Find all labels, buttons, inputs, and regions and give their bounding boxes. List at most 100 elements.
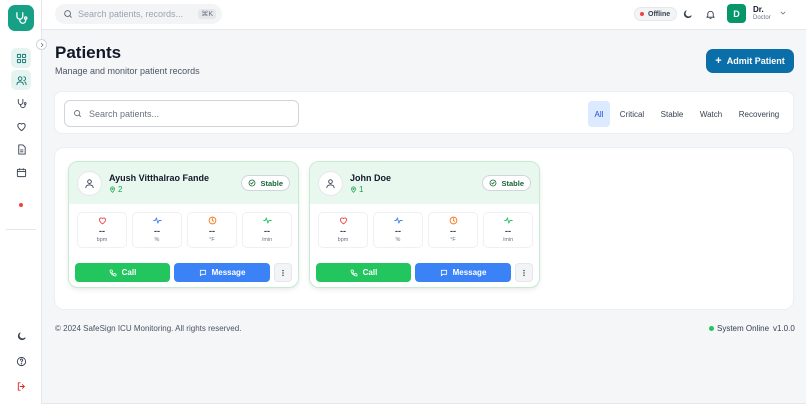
activity-icon: [152, 217, 162, 224]
activity-icon: [262, 217, 272, 224]
sidebar-collapse-button[interactable]: [36, 39, 47, 50]
connection-status-badge[interactable]: Offline: [634, 7, 678, 21]
page-subtitle: Manage and monitor patient records: [55, 66, 200, 76]
user-role: Doctor: [753, 15, 771, 21]
user-icon: [326, 179, 335, 189]
moon-icon: [17, 331, 26, 340]
patient-search-input[interactable]: [89, 108, 289, 119]
more-vertical-icon: [282, 269, 284, 276]
vital-heart-rate: -- bpm: [318, 212, 368, 248]
user-name[interactable]: Dr.: [753, 5, 764, 14]
vital-value: --: [340, 226, 346, 236]
patient-search[interactable]: [64, 100, 299, 127]
vital-value: --: [450, 226, 456, 236]
check-circle-icon: [249, 179, 256, 187]
sidebar-item-calendar[interactable]: [11, 162, 31, 182]
patient-card-header: John Doe 1 Stable: [310, 162, 539, 204]
patient-bed: 2: [109, 185, 122, 194]
user-menu-chevron[interactable]: [779, 9, 787, 17]
patient-card[interactable]: Ayush Vitthalrao Fande 2 Stable -- bpm -…: [68, 161, 299, 288]
filter-bar: All Critical Stable Watch Recovering: [54, 91, 794, 134]
call-button[interactable]: Call: [316, 263, 411, 282]
vital-value: --: [209, 226, 215, 236]
app-logo[interactable]: [8, 5, 34, 31]
activity-icon: [393, 217, 403, 224]
message-icon: [440, 269, 447, 276]
admit-patient-button[interactable]: + Admit Patient: [706, 49, 794, 73]
call-label: Call: [362, 268, 378, 277]
vital-value: --: [395, 226, 401, 236]
patient-name[interactable]: John Doe: [350, 173, 391, 183]
logout-icon: [17, 381, 25, 391]
help-icon: [16, 356, 26, 366]
status-label: Stable: [501, 178, 524, 188]
sidebar-item-help[interactable]: [11, 351, 31, 371]
app-version: v1.0.0: [773, 324, 795, 333]
grid-icon: [16, 53, 26, 63]
alert-indicator[interactable]: [19, 203, 23, 207]
vital-value: --: [505, 226, 511, 236]
activity-icon: [503, 217, 513, 224]
sidebar-item-stethoscope[interactable]: [11, 93, 31, 113]
search-icon: [74, 110, 81, 117]
message-icon: [199, 269, 206, 276]
vital-unit: °F: [450, 237, 456, 243]
clock-icon: [208, 216, 216, 225]
vital-unit: bpm: [96, 237, 108, 243]
vital-spo2: -- %: [373, 212, 423, 248]
stethoscope-icon: [17, 98, 27, 108]
status-label: Stable: [260, 178, 283, 188]
filter-tab-recovering[interactable]: Recovering: [736, 101, 782, 127]
vital-spo2: -- %: [132, 212, 182, 248]
message-label: Message: [452, 268, 487, 277]
sidebar-item-heart[interactable]: [11, 116, 31, 136]
heart-icon: [16, 122, 26, 131]
heart-icon: [339, 217, 347, 225]
sidebar-item-theme[interactable]: [11, 326, 31, 346]
user-avatar[interactable]: D: [727, 4, 746, 23]
chevron-down-icon: [780, 11, 786, 15]
status-badge: Stable: [482, 175, 531, 191]
map-pin-icon: [110, 186, 115, 193]
more-options-button[interactable]: [515, 263, 533, 282]
sidebar-item-records[interactable]: [11, 139, 31, 159]
patient-name[interactable]: Ayush Vitthalrao Fande: [109, 173, 209, 183]
bell-icon: [705, 10, 715, 19]
page-title: Patients: [55, 43, 122, 62]
user-icon: [85, 179, 94, 189]
vital-temperature: -- °F: [428, 212, 478, 248]
sidebar-item-dashboard[interactable]: [11, 48, 31, 68]
global-search-input[interactable]: [78, 9, 198, 19]
vital-unit: %: [395, 237, 401, 243]
global-search[interactable]: ⌘K: [55, 4, 222, 24]
theme-toggle-button[interactable]: [680, 7, 694, 21]
sidebar-item-patients[interactable]: [11, 70, 31, 90]
notifications-button[interactable]: [703, 7, 717, 21]
vital-heart-rate: -- bpm: [77, 212, 127, 248]
message-label: Message: [211, 268, 246, 277]
filter-tab-watch[interactable]: Watch: [696, 101, 726, 127]
stethoscope-icon: [16, 12, 28, 24]
vital-temperature: -- °F: [187, 212, 237, 248]
vital-respiration: -- /min: [483, 212, 533, 248]
call-button[interactable]: Call: [75, 263, 170, 282]
patient-avatar: [318, 171, 343, 196]
plus-icon: +: [715, 55, 722, 67]
sidebar-item-logout[interactable]: [11, 376, 31, 396]
filter-tab-critical[interactable]: Critical: [616, 101, 648, 127]
message-button[interactable]: Message: [174, 263, 270, 282]
filter-tab-all[interactable]: All: [588, 101, 610, 127]
system-status: System Online: [709, 324, 769, 333]
patient-bed-number: 2: [118, 185, 123, 194]
vital-value: --: [154, 226, 160, 236]
users-icon: [15, 75, 27, 85]
chevron-right-icon: [40, 42, 44, 47]
message-button[interactable]: Message: [415, 263, 511, 282]
map-pin-icon: [351, 186, 356, 193]
system-status-label: System Online: [717, 324, 770, 333]
vital-unit: °F: [209, 237, 215, 243]
patient-card[interactable]: John Doe 1 Stable -- bpm -- % -- °F -- /…: [309, 161, 540, 288]
connection-status-label: Offline: [648, 10, 671, 18]
filter-tab-stable[interactable]: Stable: [658, 101, 686, 127]
more-options-button[interactable]: [274, 263, 292, 282]
